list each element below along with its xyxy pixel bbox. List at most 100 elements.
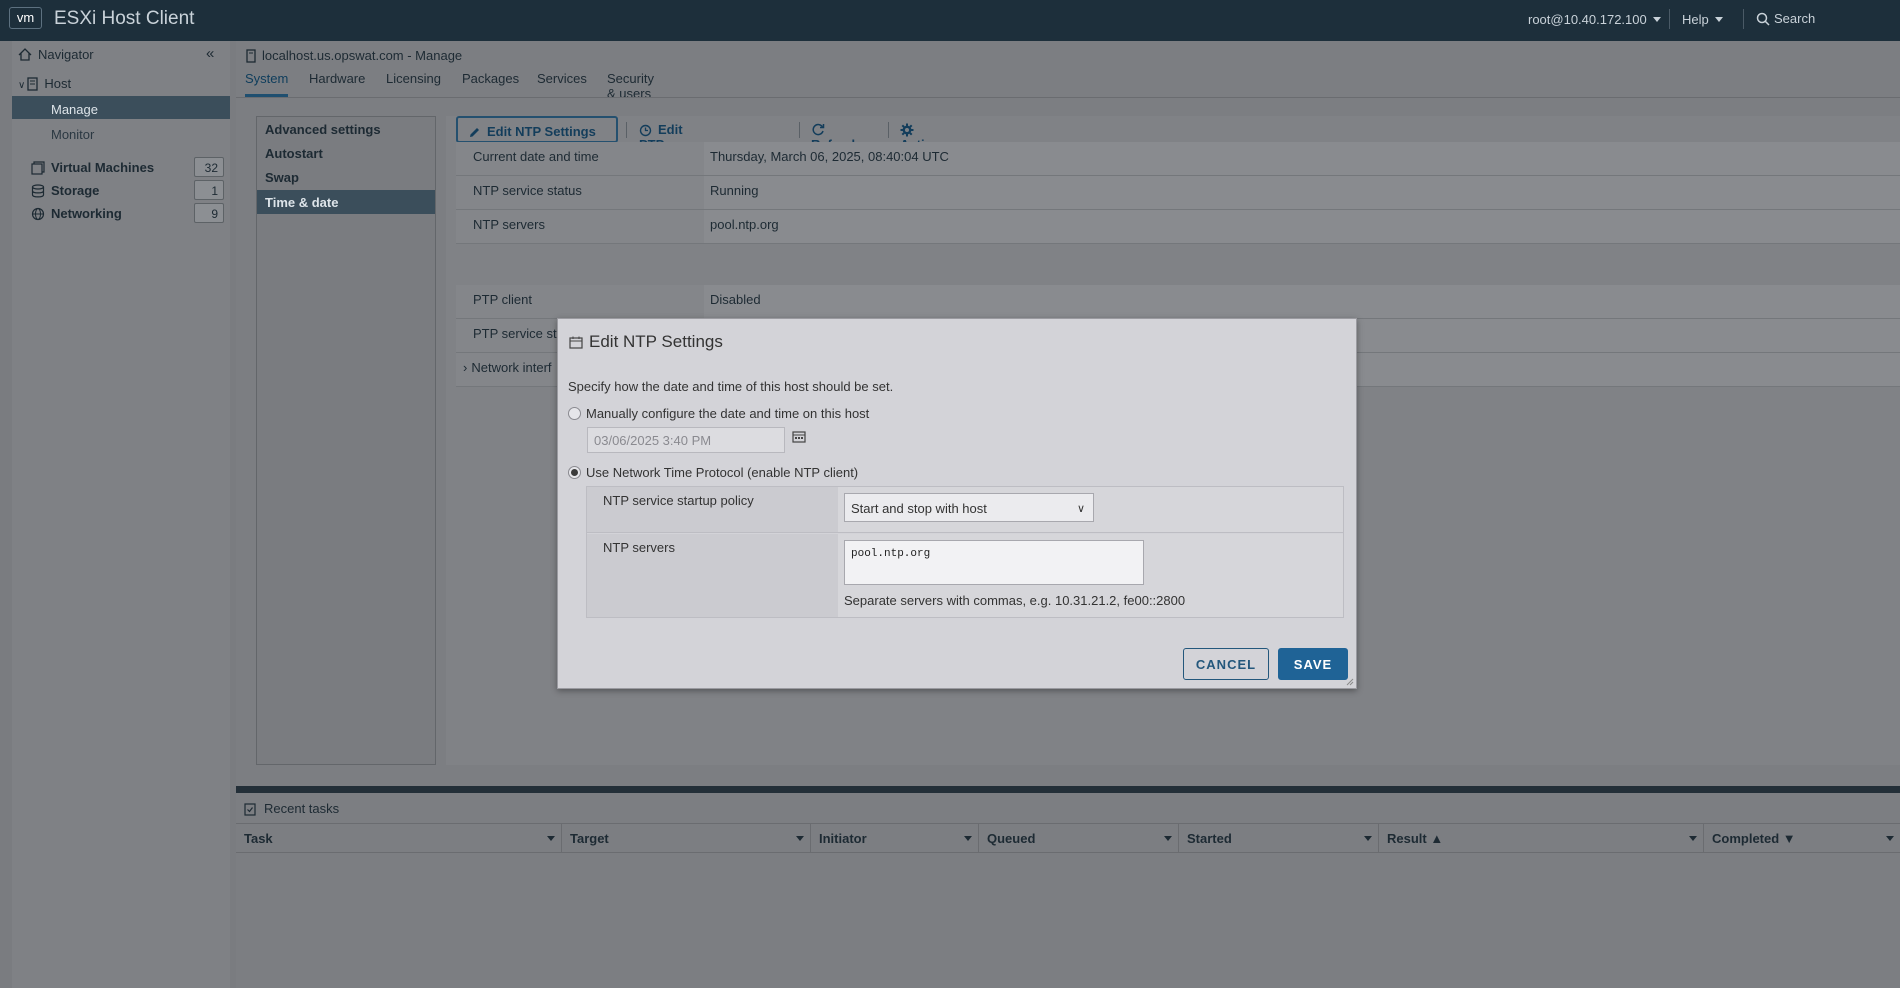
- storage-icon: [31, 184, 45, 198]
- chevron-down-icon[interactable]: [547, 836, 555, 841]
- chevron-down-icon[interactable]: [1886, 836, 1894, 841]
- column-label: Result ▲: [1387, 831, 1444, 846]
- table-cell: Start and stop with host ∨: [838, 487, 1343, 532]
- prop-value: Disabled: [704, 285, 1900, 318]
- edit-ntp-dialog: Edit NTP Settings Specify how the date a…: [557, 318, 1357, 689]
- recent-tasks-panel: Recent tasks Task Target Initiator Queue…: [236, 786, 1900, 988]
- refresh-button[interactable]: Refresh: [811, 116, 859, 152]
- chevron-down-icon: [1652, 17, 1661, 22]
- prop-value: Thursday, March 06, 2025, 08:40:04 UTC: [704, 142, 1900, 175]
- table-row: Current date and time Thursday, March 06…: [456, 142, 1900, 176]
- select-value: Start and stop with host: [851, 501, 987, 516]
- column-label: Queued: [987, 831, 1036, 846]
- pencil-icon: [470, 128, 479, 137]
- edit-ptp-button[interactable]: Edit PTP Settings: [639, 116, 690, 167]
- ntp-radio-label[interactable]: Use Network Time Protocol (enable NTP cl…: [586, 465, 858, 480]
- refresh-icon: [812, 123, 825, 136]
- manual-radio-label[interactable]: Manually configure the date and time on …: [586, 406, 869, 421]
- help-menu[interactable]: Help: [1682, 12, 1723, 27]
- page-title-text: localhost.us.opswat.com - Manage: [262, 48, 463, 63]
- chevron-down-icon[interactable]: [1164, 836, 1172, 841]
- tab-hardware[interactable]: Hardware: [309, 71, 365, 86]
- nav-item-host[interactable]: ∨ Host: [18, 76, 71, 91]
- column-label: Task: [244, 831, 273, 846]
- recent-tasks-title: Recent tasks: [264, 801, 340, 816]
- column-label: Completed ▼: [1712, 831, 1796, 846]
- calendar-icon[interactable]: [792, 430, 806, 443]
- user-label: root@10.40.172.100: [1528, 12, 1647, 27]
- ntp-servers-textarea[interactable]: pool.ntp.org: [844, 540, 1144, 585]
- home-icon: [18, 48, 32, 61]
- prop-label: Current date and time: [456, 142, 704, 175]
- prop-label: NTP service status: [456, 176, 704, 209]
- chevron-down-icon[interactable]: [1364, 836, 1372, 841]
- edit-ntp-button[interactable]: Edit NTP Settings: [456, 116, 618, 143]
- nav-item-virtual-machines[interactable]: Virtual Machines: [31, 160, 154, 175]
- chevron-down-icon[interactable]: [964, 836, 972, 841]
- tab-licensing[interactable]: Licensing: [386, 71, 441, 86]
- chevron-down-icon[interactable]: [796, 836, 804, 841]
- prop-label: PTP client: [456, 285, 704, 318]
- column-started[interactable]: Started: [1179, 824, 1379, 852]
- nav-item-storage[interactable]: Storage: [31, 183, 99, 198]
- column-completed[interactable]: Completed ▼: [1704, 824, 1900, 852]
- side-item-advanced-settings[interactable]: Advanced settings: [265, 122, 381, 137]
- column-label: Started: [1187, 831, 1232, 846]
- navigator-header: Navigator: [18, 47, 94, 62]
- ntp-radio[interactable]: [568, 466, 581, 479]
- recent-tasks-header: Recent tasks: [244, 801, 339, 816]
- column-initiator[interactable]: Initiator: [811, 824, 979, 852]
- actions-button[interactable]: Actions: [900, 116, 948, 152]
- ntp-settings-table: NTP service startup policy Start and sto…: [586, 486, 1344, 618]
- dialog-description: Specify how the date and time of this ho…: [568, 379, 894, 394]
- expand-label: Network interf: [471, 360, 552, 375]
- page-title: localhost.us.opswat.com - Manage: [246, 48, 462, 63]
- column-target[interactable]: Target: [562, 824, 811, 852]
- side-item-time-date[interactable]: Time & date: [257, 190, 435, 214]
- search-icon: [1756, 12, 1770, 26]
- manual-radio[interactable]: [568, 407, 581, 420]
- collapse-icon[interactable]: «: [206, 45, 214, 62]
- save-button[interactable]: SAVE: [1278, 648, 1348, 680]
- cancel-button[interactable]: CANCEL: [1183, 648, 1269, 680]
- date-time-field[interactable]: 03/06/2025 3:40 PM: [587, 427, 785, 453]
- chevron-down-icon[interactable]: ∨: [18, 80, 25, 91]
- side-item-swap[interactable]: Swap: [265, 170, 299, 185]
- column-label: Initiator: [819, 831, 867, 846]
- chevron-down-icon[interactable]: [1689, 836, 1697, 841]
- clock-gear-icon: [639, 124, 652, 137]
- nav-item-label: Storage: [51, 183, 100, 198]
- startup-policy-select[interactable]: Start and stop with host ∨: [844, 493, 1094, 522]
- count-badge: 32: [194, 157, 224, 177]
- search-button[interactable]: Search: [1756, 11, 1815, 26]
- top-bar: vm ESXi Host Client root@10.40.172.100 H…: [0, 0, 1900, 41]
- navigator-panel: Navigator « ∨ Host Manage Monitor Virtual…: [12, 41, 230, 988]
- settings-side-list: Advanced settings Autostart Swap Time & …: [256, 116, 436, 765]
- divider: [626, 122, 627, 138]
- nav-item-label: Virtual Machines: [51, 160, 155, 175]
- calendar-icon: [569, 336, 583, 349]
- startup-policy-label: NTP service startup policy: [587, 487, 838, 532]
- table-row: NTP servers pool.ntp.org: [456, 210, 1900, 244]
- gear-icon: [900, 123, 914, 137]
- tasks-table-header: Task Target Initiator Queued Started Res…: [236, 823, 1900, 853]
- nav-item-networking[interactable]: Networking: [31, 206, 122, 221]
- divider: [888, 122, 889, 138]
- chevron-right-icon[interactable]: ›: [463, 360, 467, 375]
- tab-system[interactable]: System: [245, 71, 289, 97]
- user-menu[interactable]: root@10.40.172.100: [1528, 12, 1661, 27]
- navigator-title: Navigator: [38, 47, 94, 62]
- table-cell: pool.ntp.org Separate servers with comma…: [838, 534, 1343, 617]
- nav-item-manage[interactable]: Manage: [12, 96, 230, 119]
- prop-value: pool.ntp.org: [704, 210, 1900, 243]
- tab-services[interactable]: Services: [537, 71, 587, 86]
- column-result[interactable]: Result ▲: [1379, 824, 1704, 852]
- table-row: NTP servers pool.ntp.org Separate server…: [587, 534, 1343, 617]
- column-task[interactable]: Task: [236, 824, 562, 852]
- side-item-autostart[interactable]: Autostart: [265, 146, 323, 161]
- nav-item-monitor[interactable]: Monitor: [51, 127, 94, 142]
- ntp-properties: Current date and time Thursday, March 06…: [456, 142, 1900, 244]
- column-queued[interactable]: Queued: [979, 824, 1179, 852]
- tab-packages[interactable]: Packages: [462, 71, 519, 86]
- resize-grip-icon[interactable]: [1346, 678, 1354, 686]
